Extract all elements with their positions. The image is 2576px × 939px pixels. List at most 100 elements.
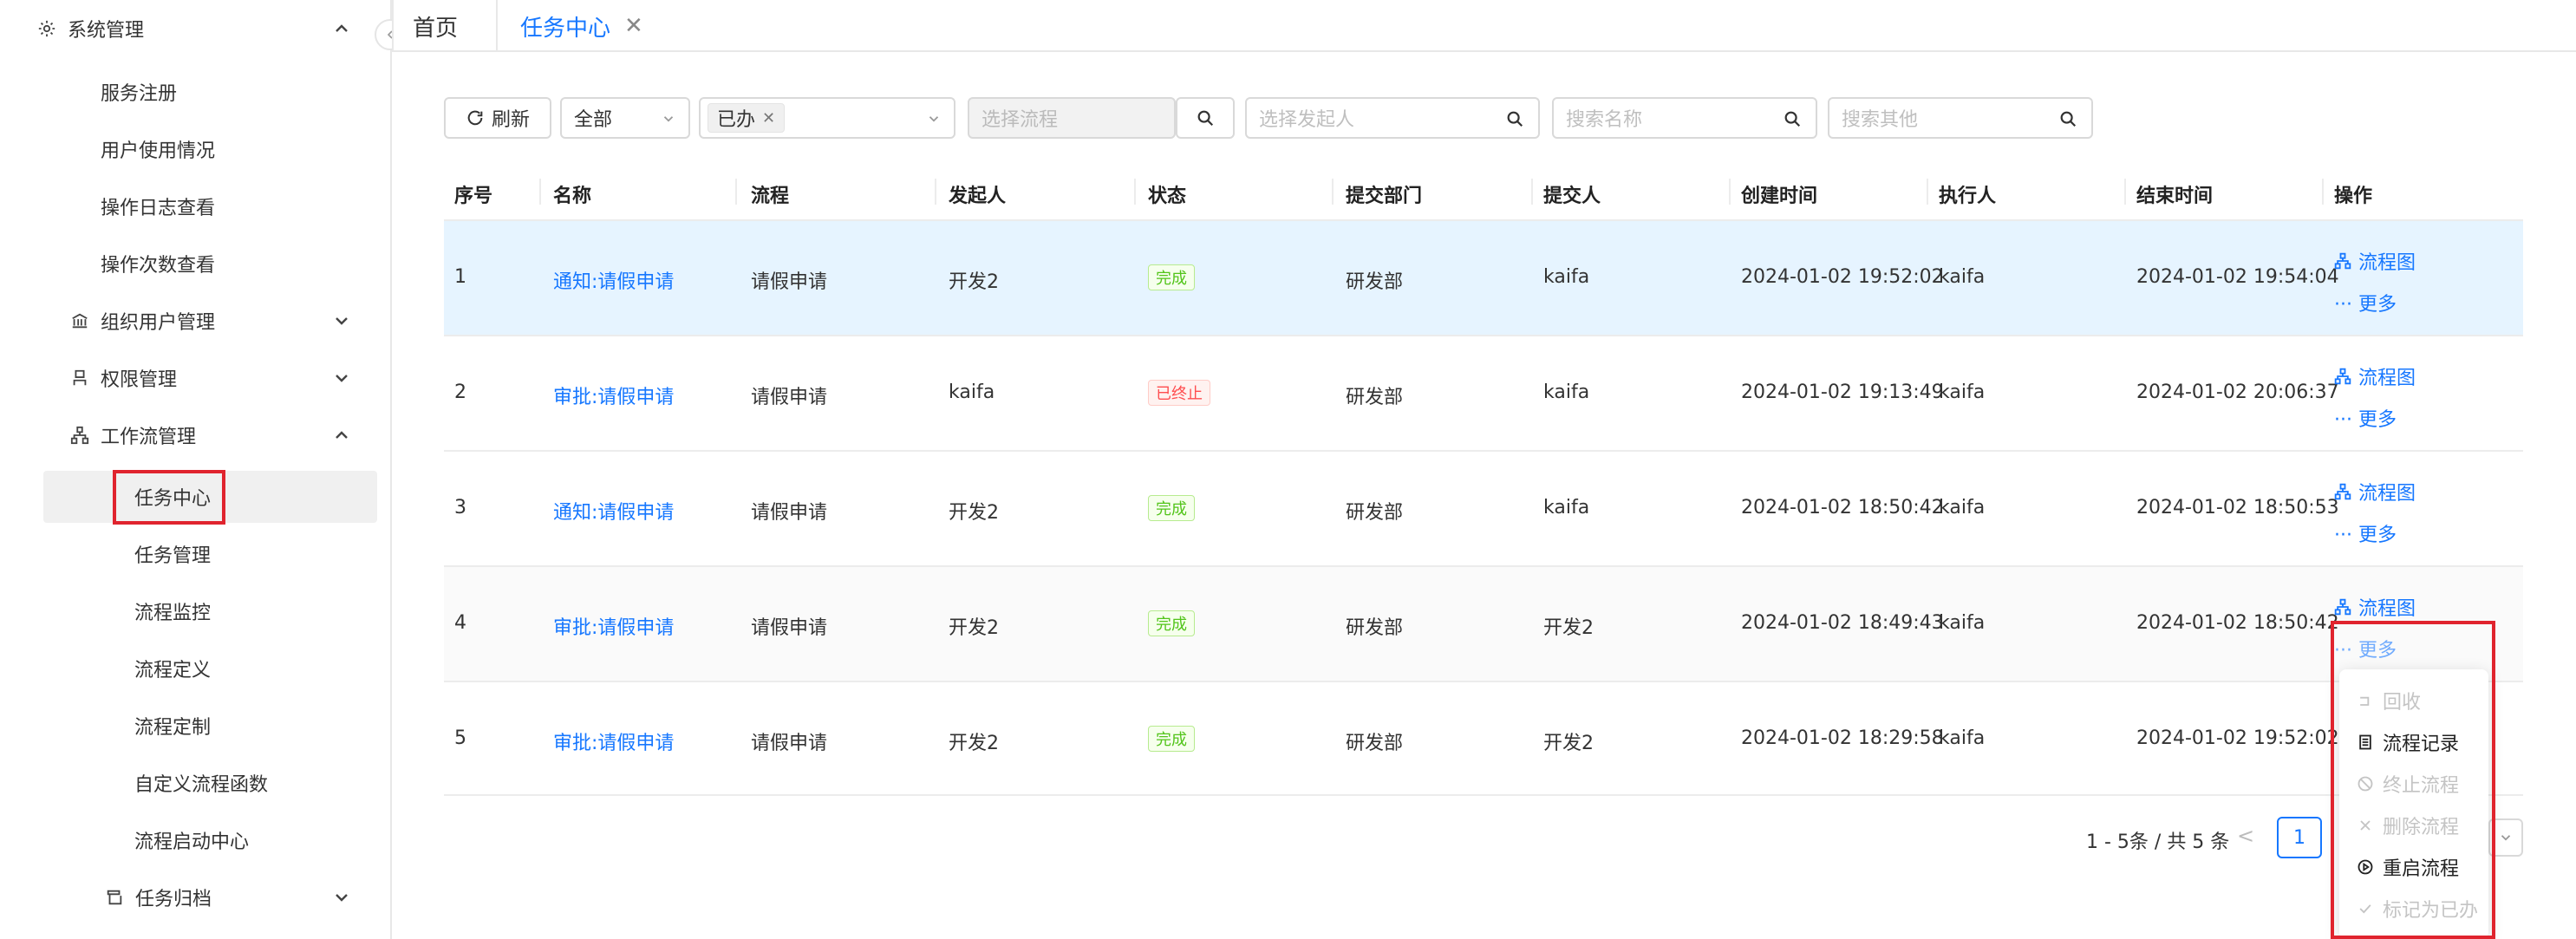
more-label: ··· 更多 — [2334, 409, 2397, 431]
scope-select-value: 全部 — [574, 109, 613, 131]
refresh-label: 刷新 — [491, 109, 530, 131]
status-badge: 完成 — [1148, 726, 1195, 752]
sidebar-item-custom-function[interactable]: 自定义流程函数 — [0, 757, 392, 809]
cell-submitter: 开发2 — [1543, 617, 1594, 639]
sidebar-item-operation-count[interactable]: 操作次数查看 — [0, 238, 392, 290]
search-icon — [1197, 110, 1214, 127]
sidebar-group-label: 权限管理 — [101, 369, 178, 391]
flowchart-link[interactable]: 流程图 — [2334, 247, 2416, 275]
initiator-placeholder: 选择发起人 — [1259, 109, 1355, 131]
pagination-total: 1 - 5条 / 共 5 条 — [2086, 831, 2230, 853]
other-placeholder: 搜索其他 — [1842, 109, 1919, 131]
sidebar-group-archive[interactable]: 任务归档 — [0, 871, 392, 923]
column-divider — [539, 179, 541, 205]
close-icon[interactable]: ✕ — [624, 13, 643, 39]
cell-no: 1 — [454, 266, 466, 288]
cell-process: 请假申请 — [751, 617, 828, 639]
table-row[interactable]: 2 审批:请假申请 请假申请 kaifa 已终止 研发部 kaifa 2024-… — [444, 335, 2523, 450]
cell-dept: 研发部 — [1346, 502, 1404, 524]
sidebar-item-operation-log[interactable]: 操作日志查看 — [0, 180, 392, 232]
search-icon[interactable] — [1505, 109, 1524, 128]
close-icon[interactable]: ✕ — [762, 109, 775, 127]
chevron-up-icon — [331, 18, 352, 39]
task-name-link[interactable]: 审批:请假申请 — [553, 381, 674, 409]
status-select[interactable]: 已办 ✕ — [699, 97, 955, 139]
sidebar-group-org[interactable]: 组织用户管理 — [0, 295, 392, 347]
search-icon[interactable] — [2058, 109, 2077, 128]
tab-divider — [496, 0, 498, 52]
tab-home[interactable]: 首页 — [413, 0, 458, 52]
other-search-input[interactable]: 搜索其他 — [1828, 97, 2093, 139]
sidebar-group-label: 系统管理 — [68, 20, 145, 42]
table-header: 序号 名称 流程 发起人 状态 提交部门 提交人 创建时间 执行人 结束时间 操… — [444, 163, 2523, 219]
sidebar-item-process-monitor[interactable]: 流程监控 — [0, 585, 392, 637]
highlight-box — [2331, 621, 2495, 939]
cell-created: 2024-01-02 19:52:02 — [1741, 266, 1944, 288]
pagination-prev-button[interactable]: < — [2237, 824, 2254, 848]
flowchart-link[interactable]: 流程图 — [2334, 362, 2416, 390]
cell-created: 2024-01-02 18:49:43 — [1741, 612, 1944, 634]
sidebar-item-user-usage[interactable]: 用户使用情况 — [0, 123, 392, 175]
cell-submitter: kaifa — [1543, 381, 1590, 403]
initiator-search-input[interactable]: 选择发起人 — [1245, 97, 1540, 139]
workflow-icon — [2334, 368, 2351, 385]
cell-no: 3 — [454, 497, 466, 518]
chevron-down-icon — [331, 887, 352, 908]
cell-dept: 研发部 — [1346, 733, 1404, 754]
more-link[interactable]: ··· 更多 — [2334, 519, 2397, 547]
cell-executor: kaifa — [1939, 497, 1986, 518]
cell-ended: 2024-01-02 18:50:42 — [2136, 612, 2339, 634]
sidebar-group-workflow[interactable]: 工作流管理 — [0, 409, 392, 461]
sidebar-group-permission[interactable]: 权限管理 — [0, 352, 392, 404]
search-icon[interactable] — [1783, 109, 1802, 128]
cell-created: 2024-01-02 18:50:42 — [1741, 497, 1944, 518]
sidebar-item-process-definition[interactable]: 流程定义 — [0, 642, 392, 694]
table-row[interactable]: 1 通知:请假申请 请假申请 开发2 完成 研发部 kaifa 2024-01-… — [444, 219, 2523, 335]
tab-bar: 首页 任务中心 ✕ — [392, 0, 2576, 52]
cell-submitter: kaifa — [1543, 497, 1590, 518]
name-placeholder: 搜索名称 — [1566, 109, 1643, 131]
task-name-link[interactable]: 通知:请假申请 — [553, 497, 674, 525]
task-name-link[interactable]: 审批:请假申请 — [553, 727, 674, 755]
cell-process: 请假申请 — [751, 733, 828, 754]
table-row[interactable]: 5 审批:请假申请 请假申请 开发2 完成 研发部 开发2 2024-01-02… — [444, 681, 2523, 796]
cell-no: 5 — [454, 727, 466, 749]
cell-ended: 2024-01-02 20:06:37 — [2136, 381, 2339, 403]
tab-label: 任务中心 — [520, 15, 611, 42]
cell-executor: kaifa — [1939, 266, 1986, 288]
sidebar-item-label: 流程监控 — [134, 603, 212, 624]
sidebar-item-launch-center[interactable]: 流程启动中心 — [0, 814, 392, 866]
tab-task-center[interactable]: 任务中心 ✕ — [520, 0, 643, 52]
process-select[interactable]: 选择流程 — [968, 97, 1176, 139]
flowchart-link[interactable]: 流程图 — [2334, 478, 2416, 505]
name-search-input[interactable]: 搜索名称 — [1552, 97, 1817, 139]
cell-process: 请假申请 — [751, 502, 828, 524]
status-badge: 已终止 — [1148, 380, 1210, 406]
process-search-button[interactable] — [1176, 97, 1235, 139]
table-row[interactable]: 4 审批:请假申请 请假申请 开发2 完成 研发部 开发2 2024-01-02… — [444, 565, 2523, 681]
sidebar-item-service-register[interactable]: 服务注册 — [0, 66, 392, 118]
task-name-link[interactable]: 通知:请假申请 — [553, 266, 674, 294]
sidebar-group-system[interactable]: 系统管理 — [0, 3, 392, 55]
column-header: 流程 — [751, 186, 790, 207]
cell-initiator: 开发2 — [949, 617, 999, 639]
task-name-link[interactable]: 审批:请假申请 — [553, 612, 674, 640]
sidebar-item-task-management[interactable]: 任务管理 — [0, 528, 392, 580]
sidebar-item-label: 操作日志查看 — [101, 198, 216, 219]
sidebar-item-label: 服务注册 — [101, 83, 178, 105]
column-divider — [1729, 179, 1731, 205]
column-divider — [2124, 179, 2126, 205]
more-link[interactable]: ··· 更多 — [2334, 289, 2397, 316]
more-link[interactable]: ··· 更多 — [2334, 404, 2397, 432]
cell-initiator: 开发2 — [949, 271, 999, 293]
cell-executor: kaifa — [1939, 727, 1986, 749]
flowchart-label: 流程图 — [2358, 598, 2416, 620]
sidebar-item-process-custom[interactable]: 流程定制 — [0, 700, 392, 752]
cell-ended: 2024-01-02 18:50:53 — [2136, 497, 2339, 518]
refresh-button[interactable]: 刷新 — [444, 97, 551, 139]
pagination-page-button[interactable]: 1 — [2277, 817, 2322, 858]
column-divider — [1531, 179, 1533, 205]
flowchart-link[interactable]: 流程图 — [2334, 593, 2416, 621]
table-row[interactable]: 3 通知:请假申请 请假申请 开发2 完成 研发部 kaifa 2024-01-… — [444, 450, 2523, 565]
scope-select[interactable]: 全部 — [560, 97, 690, 139]
